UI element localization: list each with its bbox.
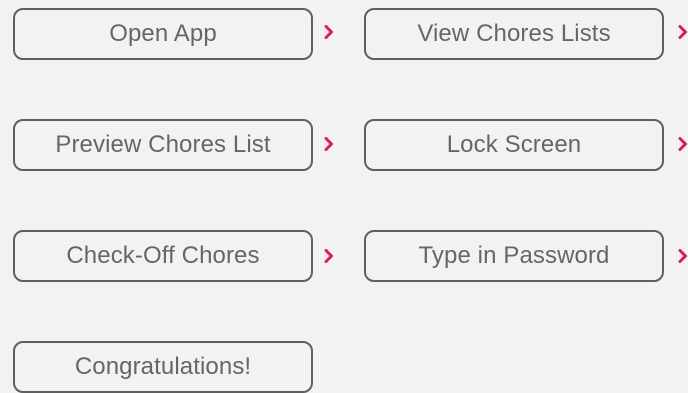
chevron-right-icon [674, 133, 688, 155]
step-open-app: Open App [13, 8, 313, 60]
step-preview-chores-list: Preview Chores List [13, 119, 313, 171]
chevron-right-icon [320, 21, 338, 43]
step-label: View Chores Lists [417, 20, 611, 47]
step-label: Lock Screen [446, 131, 582, 158]
chevron-right-icon [674, 21, 688, 43]
chevron-right-icon [320, 133, 338, 155]
step-label: Type in Password [418, 242, 610, 269]
step-label: Open App [109, 20, 217, 47]
step-congratulations: Congratulations! [13, 341, 313, 393]
chevron-right-icon [674, 245, 688, 267]
step-check-off-chores: Check-Off Chores [13, 230, 313, 282]
step-type-in-password: Type in Password [364, 230, 664, 282]
step-label: Preview Chores List [55, 131, 271, 158]
chores-flow-diagram: Open App View Chores Lists Preview Chore… [0, 0, 688, 393]
step-label: Check-Off Chores [66, 242, 260, 269]
step-lock-screen: Lock Screen [364, 119, 664, 171]
chevron-right-icon [320, 245, 338, 267]
step-view-chores-lists: View Chores Lists [364, 8, 664, 60]
step-label: Congratulations! [74, 353, 252, 380]
